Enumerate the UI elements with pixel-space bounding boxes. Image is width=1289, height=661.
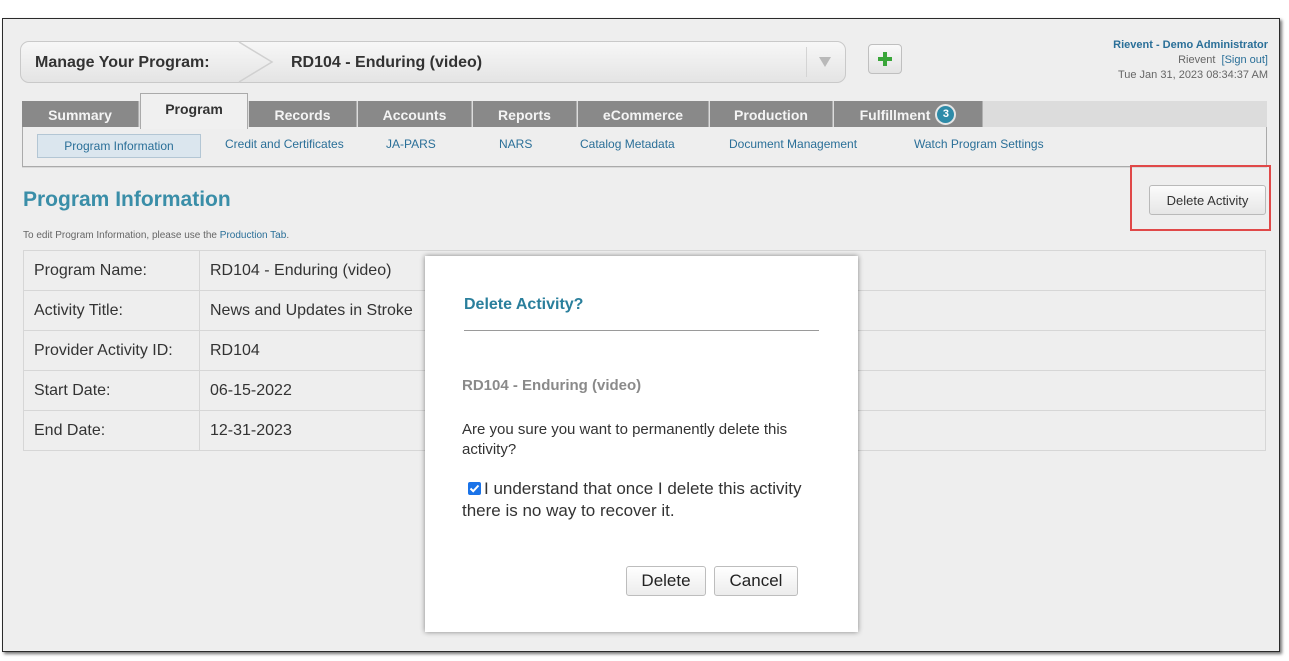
page-title: Program Information [23, 188, 231, 211]
tab-program[interactable]: Program [140, 93, 248, 129]
field-label: Start Date: [23, 370, 200, 411]
field-label: Provider Activity ID: [23, 330, 200, 371]
tab-accounts[interactable]: Accounts [358, 101, 472, 128]
tab-ecommerce[interactable]: eCommerce [578, 101, 709, 128]
edit-hint: To edit Program Information, please use … [23, 230, 289, 241]
selected-program: RD104 - Enduring (video) [291, 54, 483, 71]
program-selector[interactable]: Manage Your Program: RD104 - Enduring (v… [20, 41, 846, 83]
confirm-checkbox[interactable] [468, 482, 481, 495]
tab-summary[interactable]: Summary [22, 101, 139, 128]
selector-label: Manage Your Program: [35, 54, 210, 71]
user-name: Rievent - Demo Administrator [1113, 39, 1268, 51]
field-label: End Date: [23, 410, 200, 451]
subnav-credit-certificates[interactable]: Credit and Certificates [225, 137, 344, 151]
checkbox-checked-icon [469, 484, 480, 493]
subnav-document-management[interactable]: Document Management [729, 137, 857, 151]
delete-activity-dialog: Delete Activity? RD104 - Enduring (video… [425, 256, 858, 632]
callout-highlight [1130, 165, 1271, 231]
org-name: Rievent [1178, 54, 1216, 66]
program-dropdown-button[interactable] [806, 47, 843, 77]
delete-button[interactable]: Delete [626, 566, 706, 596]
production-tab-link[interactable]: Production Tab [220, 230, 287, 241]
dialog-activity-name: RD104 - Enduring (video) [462, 377, 642, 394]
tab-records[interactable]: Records [249, 101, 357, 128]
app-window: Manage Your Program: RD104 - Enduring (v… [2, 18, 1280, 652]
hint-text: To edit Program Information, please use … [23, 230, 217, 241]
tab-fulfillment-label: Fulfillment [859, 106, 931, 123]
tab-reports[interactable]: Reports [473, 101, 577, 128]
subnav-ja-pars[interactable]: JA-PARS [386, 137, 436, 151]
timestamp: Tue Jan 31, 2023 08:34:37 AM [1117, 69, 1268, 81]
user-info: Rievent - Demo Administrator Rievent [Si… [1113, 38, 1268, 83]
tab-production[interactable]: Production [710, 101, 833, 128]
field-label: Activity Title: [23, 290, 200, 331]
field-label: Program Name: [23, 250, 200, 291]
dialog-title: Delete Activity? [464, 296, 584, 313]
cancel-button[interactable]: Cancel [714, 566, 798, 596]
subnav-nars[interactable]: NARS [499, 137, 532, 151]
confirm-label: I understand that once I delete this act… [462, 479, 802, 520]
sub-navigation: Program Information Credit and Certifica… [22, 127, 1267, 167]
dialog-divider [464, 330, 819, 331]
sign-out-link[interactable]: [Sign out] [1222, 54, 1268, 66]
subnav-program-information[interactable]: Program Information [37, 134, 201, 158]
subnav-catalog-metadata[interactable]: Catalog Metadata [580, 137, 675, 151]
main-tabs: Summary Program Records Accounts Reports… [22, 93, 1267, 129]
hint-suffix: . [286, 230, 290, 241]
dialog-question: Are you sure you want to permanently del… [462, 421, 788, 458]
subnav-watch-program-settings[interactable]: Watch Program Settings [914, 137, 1044, 151]
plus-icon [878, 52, 892, 66]
confirm-row: I understand that once I delete this act… [462, 478, 802, 522]
notification-badge: 3 [935, 104, 957, 125]
tab-fulfillment[interactable]: Fulfillment 3 [834, 101, 983, 128]
chevron-down-icon [819, 57, 831, 67]
add-program-button[interactable] [868, 44, 902, 74]
breadcrumb-arrow-icon [238, 41, 274, 83]
